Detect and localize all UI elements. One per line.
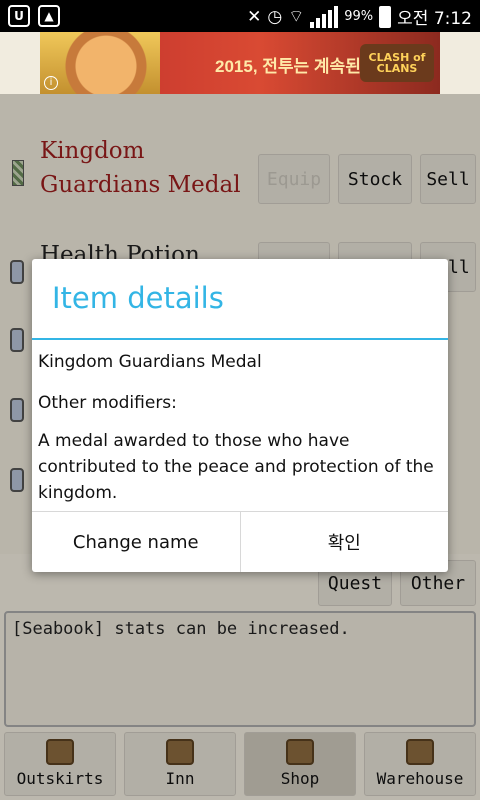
alarm-icon: ◷ (267, 6, 283, 27)
mute-icon: ✕ (247, 6, 262, 27)
dialog-title: Item details (52, 281, 224, 315)
ad-character-image (40, 32, 160, 94)
ad-info-icon[interactable]: i (44, 76, 58, 90)
dialog-description: A medal awarded to those who have contri… (38, 431, 434, 503)
ad-logo: CLASH of CLANS (360, 44, 434, 82)
signal-icon (310, 5, 339, 28)
battery-percent: 99% (344, 9, 374, 24)
ad-banner[interactable]: i 2015, 전투는 계속된다 CLASH of CLANS (40, 32, 440, 94)
uplus-icon: U (8, 5, 30, 27)
dialog-divider (32, 338, 448, 340)
clock: 오전 7:12 (397, 9, 472, 29)
dialog-modifiers: Other modifiers: (38, 393, 177, 413)
wifi-icon: ⌔ (288, 7, 305, 27)
dialog-item-name: Kingdom Guardians Medal (38, 352, 262, 372)
status-bar: U ▲ ✕ ◷ ⌔ 99% 오전 7:12 (0, 0, 480, 32)
item-details-dialog: Item details Kingdom Guardians Medal Oth… (32, 259, 448, 572)
gallery-icon: ▲ (38, 5, 60, 27)
confirm-button[interactable]: 확인 (239, 512, 449, 572)
change-name-button[interactable]: Change name (32, 512, 240, 572)
dialog-actions: Change name 확인 (32, 511, 448, 572)
ad-text: 2015, 전투는 계속된다 (215, 57, 377, 76)
battery-icon (379, 5, 392, 28)
